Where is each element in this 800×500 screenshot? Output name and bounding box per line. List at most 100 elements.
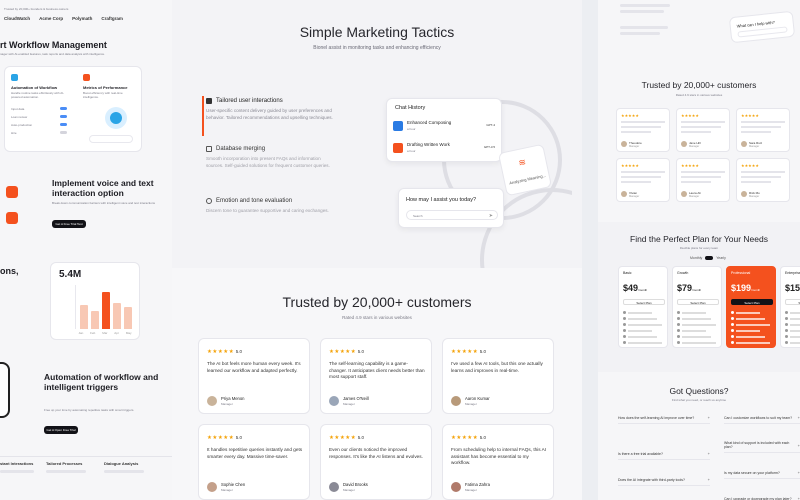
mini-line [741,176,781,178]
user-icon [206,98,212,104]
check-icon [623,335,626,338]
feature-database[interactable]: Database merging Smooth incorporation in… [206,146,336,169]
feature-title: Emotion and tone evaluation [216,198,293,204]
mini-line [621,126,661,128]
mini-review-card: ★★★★★ Laura Ali Manager [676,158,730,202]
card1-desc: Handle routine tasks effortlessly with A… [11,91,65,99]
mini-review-card: ★★★★★ Rick Mo Manager [736,158,790,202]
workflow-heading: rt Workflow Management [0,40,107,50]
plan-price-value: $79 [677,283,693,293]
faq-item[interactable]: Is my data secure on your platform? + [724,467,800,479]
star-icons: ★★★★★ [741,163,759,168]
chat-prompt-input[interactable] [737,26,788,38]
assist-card: How may I assist you today? Search ➤ [398,188,504,228]
logo-cloudwatch: CloudWatch [4,16,31,21]
faq-item[interactable]: Can I customize workflows to suit my tea… [724,412,800,424]
chat-item-name: Drafting Written Work [407,142,450,147]
feature-line [736,330,760,332]
stats-axis: Jan Feb Mar Apr May [75,331,135,335]
star-icons: ★★★★★ [329,435,357,441]
chat-item[interactable]: Drafting Written Work a hour GPT-3.5 [393,139,497,157]
feature-tailored[interactable]: Tailored user interactions User-specific… [206,98,336,121]
card1-rows: Input data Loan review Auto-production H… [11,105,67,137]
star-icons: ★★★★★ [741,113,759,118]
stats-axis-label: Jan [78,331,84,335]
footer-item-3: Dialogue Analysis [104,461,139,466]
mini-line [621,121,665,123]
rating-row: ★★★★★ 5.0 [451,349,486,355]
faq-item[interactable]: How does the self-learning AI improve ov… [618,412,710,424]
feature-line [736,312,760,314]
logo-acme: Acme Corp [39,16,64,21]
plus-icon[interactable]: + [708,451,710,456]
card2-title: Metrics of Performance [83,85,128,90]
stats-bar [124,307,132,329]
select-plan-button[interactable]: Select Plan [785,299,800,305]
rating-value: 5.0 [479,435,486,440]
toggle-icon[interactable] [60,107,67,110]
auto-heading: Automation of workflow and intelligent t… [44,372,159,392]
faq-question: Does the AI integrate with third-party t… [618,477,685,482]
chat-item-sub: a hour [407,127,416,131]
reviewer-name: Priya Menon [221,396,245,401]
rating-row: ★★★★★ 5.0 [329,349,364,355]
billing-monthly[interactable]: Monthly [690,256,702,260]
review-text: Even our clients noticed the improved re… [329,447,423,459]
feature-emotion[interactable]: Emotion and tone evaluation Discern tone… [206,198,336,215]
auto-trial-button[interactable]: Get A Open Free Trial [44,426,78,434]
analyzing-text: Analyzing Meaning... [508,172,547,186]
faq-item[interactable]: What kind of support is included with ea… [724,438,800,453]
check-icon [785,341,788,344]
check-icon [677,341,680,344]
mini-line [681,176,721,178]
stats-axis-label: Apr [114,331,119,335]
faq-item[interactable]: Does the AI integrate with third-party t… [618,474,710,486]
faq-question: Can I upgrade or downgrade my plan later… [724,496,792,500]
mini-review-card: ★★★★★ Sara Ruiz Manager [736,108,790,152]
right-top-snippet [598,0,678,44]
plan-card: Basic $49/month Select Plan [618,266,668,348]
row-label: Input data [11,107,25,111]
assist-input[interactable]: Search ➤ [406,210,498,220]
send-icon[interactable]: ➤ [489,213,493,219]
marketing-subtitle: Bionel assist in monitoring tasks and en… [313,45,441,51]
toggle-icon[interactable] [60,115,67,118]
right-preview-column: What can I help with? Trusted by 20,000+… [598,0,800,500]
check-icon [623,317,626,320]
reviewer-role: Manager [221,488,233,492]
billing-yearly[interactable]: Yearly [716,256,726,260]
feature-line [682,324,716,326]
mini-line [621,171,665,173]
check-icon [785,311,788,314]
voice-desc: Break down communication barriers with i… [52,201,156,205]
reviewer-name: Sophie Chen [221,482,246,487]
footer-item-1: stant Interactions [0,461,34,466]
plan-price-value: $199 [731,283,752,293]
faq-item[interactable]: Can I upgrade or downgrade my plan later… [724,493,800,500]
voice-trial-button[interactable]: Get A Free Trial Test [52,220,86,228]
stats-axis-label: May [125,331,132,335]
plan-price: $199/month [731,283,760,293]
feature-line [628,330,652,332]
reviewer-role: Manager [689,195,700,198]
avatar [621,141,627,147]
card1-title: Automation of Workflow [11,85,58,90]
footer-item-2: Tailored Processes [46,461,83,466]
review-text: The AI bot feels more human every week. … [207,361,301,373]
reviewer-name: Fatima Zahra [465,482,490,487]
select-plan-button[interactable]: Select Plan [731,299,773,305]
plus-icon[interactable]: + [708,415,710,420]
toggle-icon[interactable] [60,123,67,126]
toggle-icon[interactable] [60,131,67,134]
select-plan-button[interactable]: Select Plan [623,299,665,305]
billing-toggle[interactable]: Monthly Yearly [690,256,726,260]
plan-price-value: $159 [785,283,800,293]
mini-review-grid: ★★★★★ Theodore Manager ★★★★★ Jane Hill Manage… [616,108,800,208]
toggle-switch[interactable] [705,256,714,260]
chat-item[interactable]: Enhanced Composing a hour GPT-4 [393,117,497,135]
faq-item[interactable]: Is there a free trial available? + [618,448,710,460]
select-plan-button[interactable]: Select Plan [677,299,719,305]
plus-icon[interactable]: + [708,477,710,482]
card2-desc: Boost efficiency with real-time intellig… [83,91,123,99]
mini-review-card: ★★★★★ Vivian Manager [616,158,670,202]
